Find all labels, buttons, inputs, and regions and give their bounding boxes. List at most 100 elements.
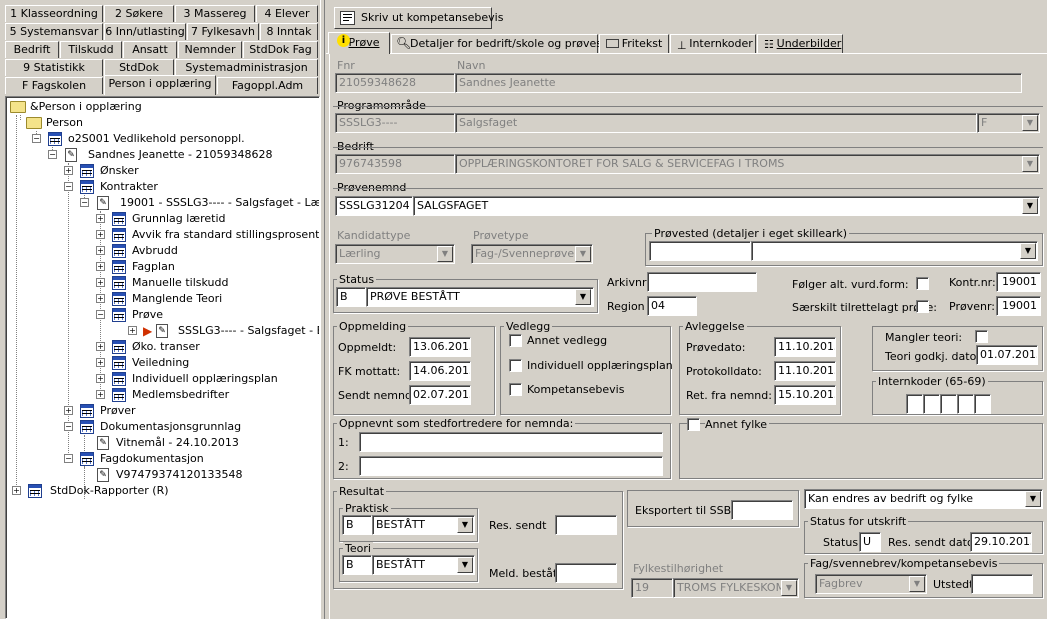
- tab-person-i-opplaering[interactable]: Person i opplæring: [104, 75, 216, 95]
- tree-item-kontrakter[interactable]: − Kontrakter: [62, 179, 262, 195]
- tree-item-o2s001[interactable]: − o2S001 Vedlikehold personoppl.: [30, 131, 310, 147]
- tab-stddok[interactable]: StdDok: [104, 59, 174, 76]
- tree-item-avvik[interactable]: + Avvik fra standard stillingsprosent: [94, 227, 319, 243]
- provenr-field[interactable]: 19001: [996, 296, 1041, 316]
- collapse-icon[interactable]: −: [64, 182, 73, 191]
- chevron-down-icon[interactable]: ▼: [1020, 243, 1036, 259]
- tree-item-fagdok[interactable]: − Fagdokumentasjon: [62, 451, 302, 467]
- tree-item-prove-selected[interactable]: + ▶ ✎ SSSLG3---- - Salgsfaget - B: [126, 323, 319, 339]
- collapse-icon[interactable]: −: [48, 150, 57, 159]
- chevron-down-icon[interactable]: ▼: [1022, 115, 1038, 131]
- tree-item-fagdok-item[interactable]: ✎ V97479374120133548: [94, 467, 294, 483]
- teori-code-field[interactable]: B: [342, 555, 372, 575]
- expand-icon[interactable]: +: [96, 214, 105, 223]
- provenemnd-name-select[interactable]: SALGSFAGET: [413, 196, 1040, 216]
- folger-checkbox[interactable]: [916, 277, 929, 290]
- tab-elever[interactable]: 4 Elever: [256, 5, 318, 22]
- tab-underbilder[interactable]: ☷ Underbilder: [757, 34, 843, 53]
- chevron-down-icon[interactable]: ▼: [457, 557, 473, 573]
- res-sendt-field[interactable]: [555, 515, 617, 535]
- tab-fritekst[interactable]: Fritekst: [599, 34, 669, 53]
- tab-sokere[interactable]: 2 Søkere: [104, 5, 174, 22]
- kompetansebevis-checkbox[interactable]: [509, 383, 522, 396]
- chevron-down-icon[interactable]: ▼: [781, 580, 797, 596]
- tree-item-grunnlag[interactable]: + Grunnlag læretid: [94, 211, 314, 227]
- tree-item-prover[interactable]: + Prøver: [62, 403, 262, 419]
- oppmeldt-field[interactable]: 13.06.2013: [409, 337, 471, 357]
- tab-fagskolen[interactable]: F Fagskolen: [5, 77, 103, 94]
- arkivnr-field[interactable]: [647, 272, 757, 292]
- tree-item-veiledning[interactable]: + Veiledning: [94, 355, 314, 371]
- tab-tilskudd[interactable]: Tilskudd: [60, 41, 122, 58]
- expand-icon[interactable]: +: [96, 342, 105, 351]
- collapse-icon[interactable]: −: [96, 310, 105, 319]
- internkode-5-field[interactable]: [974, 394, 991, 414]
- region-field[interactable]: 04: [647, 296, 697, 316]
- mangler-teori-checkbox[interactable]: [975, 330, 988, 343]
- internkode-1-field[interactable]: [906, 394, 923, 414]
- kan-endres-select[interactable]: Kan endres av bedrift og fylke: [804, 489, 1043, 509]
- internkode-2-field[interactable]: [923, 394, 940, 414]
- tab-systemadministrasjon[interactable]: Systemadministrasjon: [175, 59, 318, 76]
- chevron-down-icon[interactable]: ▼: [575, 246, 591, 262]
- collapse-icon[interactable]: −: [80, 198, 89, 207]
- tree-item-iop[interactable]: + Individuell opplæringsplan: [94, 371, 314, 387]
- expand-icon[interactable]: +: [96, 246, 105, 255]
- tree-item-onsker[interactable]: + Ønsker: [62, 163, 262, 179]
- tab-prove[interactable]: i Prøve: [328, 32, 390, 54]
- praktisk-code-field[interactable]: B: [342, 515, 372, 535]
- tree-item-fagplan[interactable]: + Fagplan: [94, 259, 314, 275]
- tree-item-manuelle[interactable]: + Manuelle tilskudd: [94, 275, 314, 291]
- tab-detaljer[interactable]: 🔍︎ Detaljer for bedrift/skole og prøveste…: [391, 34, 620, 53]
- collapse-icon[interactable]: −: [64, 422, 73, 431]
- oppnevnt-1-field[interactable]: [359, 432, 663, 452]
- collapse-icon[interactable]: −: [64, 454, 73, 463]
- expand-icon[interactable]: +: [96, 230, 105, 239]
- expand-icon[interactable]: +: [96, 278, 105, 287]
- chevron-down-icon[interactable]: ▼: [909, 576, 925, 592]
- expand-icon[interactable]: +: [96, 294, 105, 303]
- collapse-icon[interactable]: −: [32, 134, 41, 143]
- oppnevnt-2-field[interactable]: [359, 456, 663, 476]
- ret-fra-nemnd-field[interactable]: 15.10.2013: [774, 385, 836, 405]
- expand-icon[interactable]: +: [12, 486, 21, 495]
- expand-icon[interactable]: +: [64, 406, 73, 415]
- saerskilt-checkbox[interactable]: [916, 300, 929, 313]
- internkode-3-field[interactable]: [940, 394, 957, 414]
- tab-systemansvar[interactable]: 5 Systemansvar: [5, 23, 103, 40]
- teori-godkj-field[interactable]: 01.07.2013: [976, 345, 1038, 365]
- fk-mottatt-field[interactable]: 14.06.2013: [409, 361, 471, 381]
- chevron-down-icon[interactable]: ▼: [575, 289, 591, 305]
- res-sendt-dato-field[interactable]: 29.10.2013: [970, 532, 1032, 552]
- tab-ansatt[interactable]: Ansatt: [123, 41, 177, 58]
- status-u-field[interactable]: U: [859, 532, 881, 552]
- tab-bedrift[interactable]: Bedrift: [5, 41, 59, 58]
- print-kompetansebevis-button[interactable]: Skriv ut kompetansebevis: [334, 7, 503, 29]
- chevron-down-icon[interactable]: ▼: [1022, 156, 1038, 172]
- expand-icon[interactable]: +: [96, 358, 105, 367]
- protokolldato-field[interactable]: 11.10.2013: [774, 361, 836, 381]
- utstedt-field[interactable]: [971, 574, 1033, 594]
- chevron-down-icon[interactable]: ▼: [1022, 198, 1038, 214]
- status-code-field[interactable]: B: [336, 287, 366, 307]
- tab-stddok-fag[interactable]: StdDok Fag: [243, 41, 318, 58]
- tab-inntak[interactable]: 8 Inntak: [260, 23, 318, 40]
- kontrnr-field[interactable]: 19001: [996, 272, 1041, 292]
- provedato-field[interactable]: 11.10.2013: [774, 337, 836, 357]
- splitter[interactable]: [320, 0, 325, 619]
- tab-internkoder[interactable]: ⊥ Internkoder: [670, 34, 756, 53]
- expand-icon[interactable]: +: [96, 390, 105, 399]
- meld-bestatt-field[interactable]: [555, 563, 617, 583]
- tree-item-avbrudd[interactable]: + Avbrudd: [94, 243, 314, 259]
- expand-icon[interactable]: +: [64, 166, 73, 175]
- tab-klasseordning[interactable]: 1 Klasseordning: [5, 5, 103, 22]
- tab-massereg[interactable]: 3 Massereg: [175, 5, 255, 22]
- internkode-4-field[interactable]: [957, 394, 974, 414]
- provenemnd-code-field[interactable]: SSSLG31204: [335, 196, 413, 216]
- expand-icon[interactable]: +: [96, 374, 105, 383]
- provested-name-select[interactable]: [751, 241, 1038, 261]
- tree-item-vitnemal[interactable]: ✎ Vitnemål - 24.10.2013: [94, 435, 294, 451]
- tree-item-manglende[interactable]: + Manglende Teori: [94, 291, 314, 307]
- tree-item-oko[interactable]: + Øko. transer: [94, 339, 314, 355]
- chevron-down-icon[interactable]: ▼: [1025, 491, 1041, 507]
